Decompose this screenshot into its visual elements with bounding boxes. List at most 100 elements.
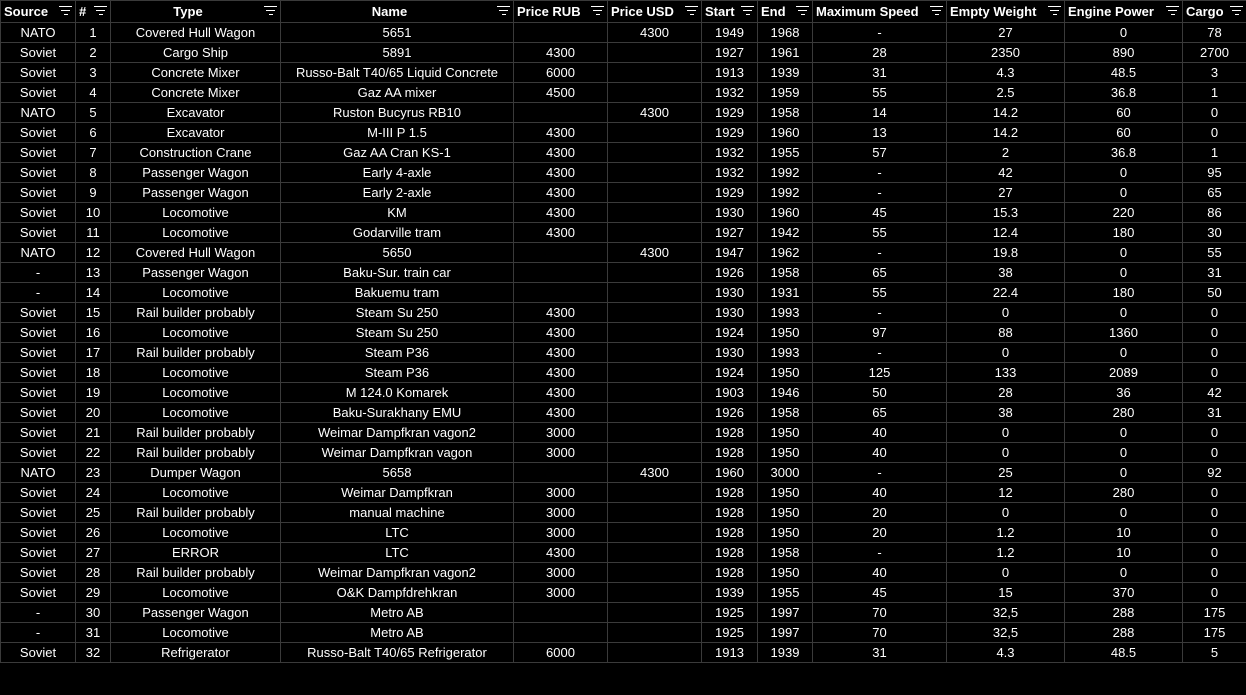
cell-empty-weight[interactable]: 1.2 <box>946 542 1065 563</box>
cell-idx[interactable]: 30 <box>75 602 111 623</box>
cell-source[interactable]: NATO <box>0 22 76 43</box>
table-row[interactable]: Soviet 6 Excavator M-III P 1.5 4300 1929 1960 1… <box>0 122 1246 143</box>
cell-source[interactable]: Soviet <box>0 382 76 403</box>
cell-price-rub[interactable]: 6000 <box>513 62 608 83</box>
cell-end[interactable]: 1939 <box>757 62 813 83</box>
cell-engine-power[interactable]: 48.5 <box>1064 642 1183 663</box>
cell-empty-weight[interactable]: 2.5 <box>946 82 1065 103</box>
cell-end[interactable]: 1993 <box>757 302 813 323</box>
cell-source[interactable]: Soviet <box>0 162 76 183</box>
cell-engine-power[interactable]: 0 <box>1064 462 1183 483</box>
cell-engine-power[interactable]: 0 <box>1064 262 1183 283</box>
cell-type[interactable]: Construction Crane <box>110 142 281 163</box>
cell-cargo[interactable]: 92 <box>1182 462 1246 483</box>
cell-empty-weight[interactable]: 4.3 <box>946 642 1065 663</box>
cell-engine-power[interactable]: 180 <box>1064 282 1183 303</box>
cell-start[interactable]: 1949 <box>701 22 758 43</box>
filter-icon[interactable] <box>264 6 277 17</box>
cell-source[interactable]: Soviet <box>0 522 76 543</box>
cell-end[interactable]: 1960 <box>757 202 813 223</box>
cell-max-speed[interactable]: - <box>812 302 947 323</box>
cell-type[interactable]: Locomotive <box>110 282 281 303</box>
table-row[interactable]: NATO 23 Dumper Wagon 5658 4300 1960 3000-25 0 92 <box>0 462 1246 483</box>
cell-type[interactable]: Locomotive <box>110 322 281 343</box>
cell-empty-weight[interactable]: 0 <box>946 342 1065 363</box>
cell-engine-power[interactable]: 220 <box>1064 202 1183 223</box>
cell-cargo[interactable]: 0 <box>1182 542 1246 563</box>
cell-price-usd[interactable] <box>607 342 702 363</box>
cell-end[interactable]: 3000 <box>757 462 813 483</box>
cell-type[interactable]: Locomotive <box>110 522 281 543</box>
cell-source[interactable]: Soviet <box>0 82 76 103</box>
cell-source[interactable]: - <box>0 262 76 283</box>
table-row[interactable]: Soviet 18 Locomotive Steam P36 4300 1924 1950 1… <box>0 362 1246 383</box>
cell-price-rub[interactable] <box>513 262 608 283</box>
cell-empty-weight[interactable]: 15.3 <box>946 202 1065 223</box>
cell-source[interactable]: Soviet <box>0 482 76 503</box>
cell-price-rub[interactable]: 4300 <box>513 402 608 423</box>
cell-start[interactable]: 1929 <box>701 102 758 123</box>
cell-max-speed[interactable]: 45 <box>812 202 947 223</box>
cell-type[interactable]: Locomotive <box>110 222 281 243</box>
cell-start[interactable]: 1930 <box>701 202 758 223</box>
column-header-source[interactable]: Source <box>0 0 76 23</box>
cell-price-rub[interactable]: 3000 <box>513 422 608 443</box>
cell-end[interactable]: 1958 <box>757 262 813 283</box>
cell-idx[interactable]: 7 <box>75 142 111 163</box>
cell-idx[interactable]: 9 <box>75 182 111 203</box>
cell-name[interactable]: Steam P36 <box>280 342 514 363</box>
table-row[interactable]: NATO 12 Covered Hull Wagon 5650 4300 1947 1962… <box>0 242 1246 263</box>
cell-idx[interactable]: 17 <box>75 342 111 363</box>
cell-end[interactable]: 1950 <box>757 362 813 383</box>
cell-price-usd[interactable] <box>607 402 702 423</box>
cell-price-usd[interactable] <box>607 42 702 63</box>
cell-price-usd[interactable] <box>607 542 702 563</box>
cell-idx[interactable]: 12 <box>75 242 111 263</box>
column-header-name[interactable]: Name <box>280 0 514 23</box>
cell-type[interactable]: Cargo Ship <box>110 42 281 63</box>
cell-type[interactable]: Rail builder probably <box>110 442 281 463</box>
cell-price-usd[interactable] <box>607 302 702 323</box>
cell-price-usd[interactable] <box>607 202 702 223</box>
cell-end[interactable]: 1992 <box>757 182 813 203</box>
cell-cargo[interactable]: 30 <box>1182 222 1246 243</box>
column-header-price-usd[interactable]: Price USD <box>607 0 702 23</box>
cell-idx[interactable]: 31 <box>75 622 111 643</box>
cell-max-speed[interactable]: 55 <box>812 82 947 103</box>
table-row[interactable]: NATO 1 Covered Hull Wagon 5651 4300 1949 1968-… <box>0 22 1246 43</box>
cell-source[interactable]: Soviet <box>0 122 76 143</box>
cell-price-rub[interactable]: 6000 <box>513 642 608 663</box>
cell-empty-weight[interactable]: 4.3 <box>946 62 1065 83</box>
cell-start[interactable]: 1929 <box>701 182 758 203</box>
cell-type[interactable]: Refrigerator <box>110 642 281 663</box>
cell-cargo[interactable]: 0 <box>1182 502 1246 523</box>
cell-engine-power[interactable]: 36.8 <box>1064 142 1183 163</box>
cell-price-rub[interactable]: 4300 <box>513 162 608 183</box>
cell-name[interactable]: Early 2-axle <box>280 182 514 203</box>
cell-engine-power[interactable]: 0 <box>1064 162 1183 183</box>
cell-cargo[interactable]: 31 <box>1182 402 1246 423</box>
cell-end[interactable]: 1950 <box>757 522 813 543</box>
cell-engine-power[interactable]: 0 <box>1064 422 1183 443</box>
cell-engine-power[interactable]: 48.5 <box>1064 62 1183 83</box>
cell-type[interactable]: ERROR <box>110 542 281 563</box>
cell-name[interactable]: Early 4-axle <box>280 162 514 183</box>
filter-icon[interactable] <box>930 6 943 17</box>
cell-name[interactable]: Steam Su 250 <box>280 322 514 343</box>
cell-empty-weight[interactable]: 32,5 <box>946 602 1065 623</box>
cell-name[interactable]: manual machine <box>280 502 514 523</box>
table-row[interactable]: Soviet 8 Passenger Wagon Early 4-axle 4300 19… <box>0 162 1246 183</box>
table-row[interactable]: Soviet 11 Locomotive Godarville tram 4300 192… <box>0 222 1246 243</box>
cell-price-rub[interactable]: 4300 <box>513 302 608 323</box>
cell-end[interactable]: 1961 <box>757 42 813 63</box>
cell-price-usd[interactable] <box>607 482 702 503</box>
cell-engine-power[interactable]: 60 <box>1064 102 1183 123</box>
cell-engine-power[interactable]: 288 <box>1064 602 1183 623</box>
cell-idx[interactable]: 16 <box>75 322 111 343</box>
cell-name[interactable]: 5658 <box>280 462 514 483</box>
column-header-start[interactable]: Start <box>701 0 758 23</box>
cell-cargo[interactable]: 175 <box>1182 622 1246 643</box>
cell-max-speed[interactable]: 55 <box>812 282 947 303</box>
cell-price-usd[interactable] <box>607 162 702 183</box>
cell-name[interactable]: Steam Su 250 <box>280 302 514 323</box>
